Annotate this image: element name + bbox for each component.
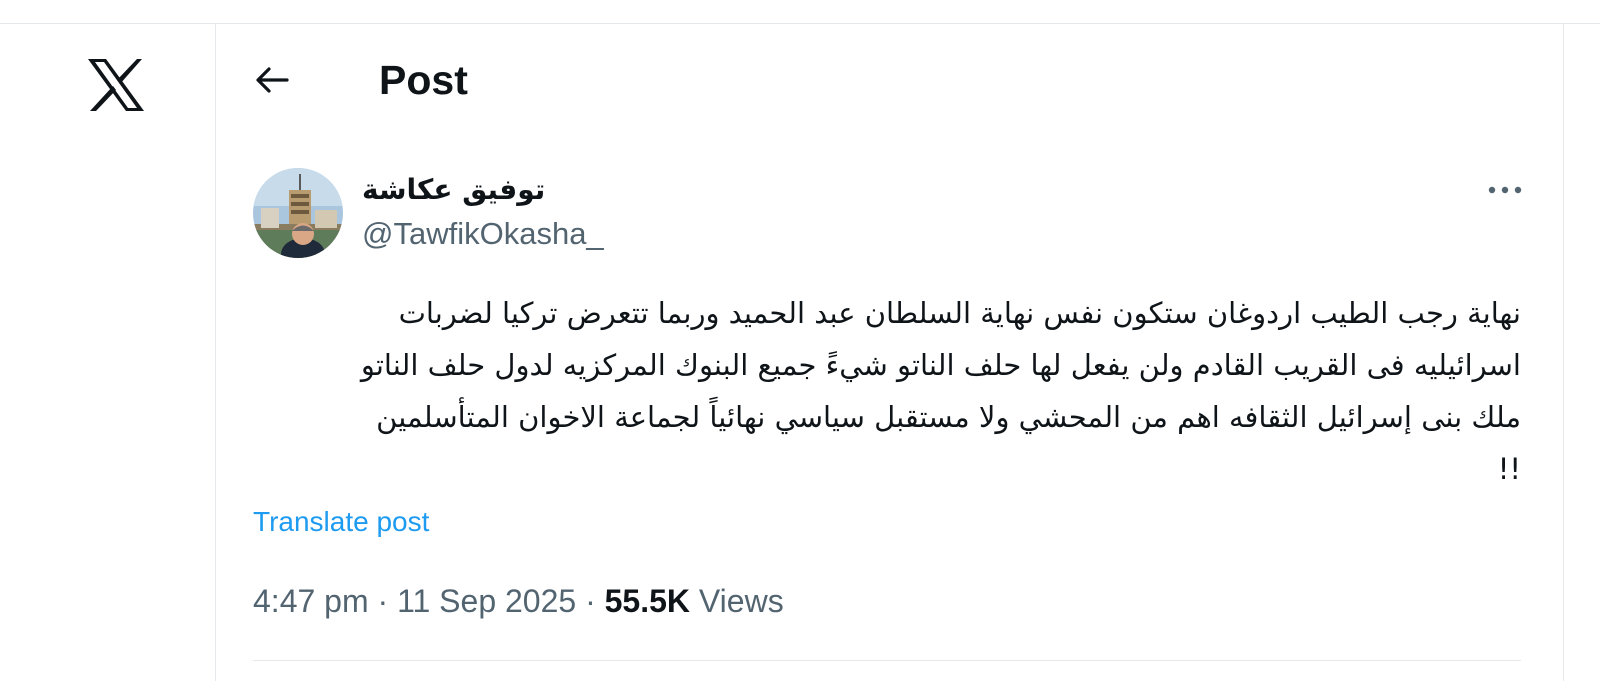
views-label: Views [698,583,784,619]
left-navigation-rail [0,24,215,681]
post-text-line: نهاية رجب الطيب اردوغان ستكون نفس نهاية … [398,296,1521,330]
x-logo-icon[interactable] [86,57,146,113]
author-display-name[interactable]: توفيق عكاشة [362,170,545,210]
more-dots-icon [1488,186,1522,194]
back-button[interactable] [250,58,294,102]
translate-post-link[interactable]: Translate post [253,502,429,542]
post-detail-column: Post توفيق عكاشة @TawfikOkasha_ نهاية رج… [216,24,1563,681]
post-text-line: !! [1497,452,1521,486]
more-options-button[interactable] [1483,174,1527,206]
avatar[interactable] [253,168,343,258]
post-date[interactable]: 11 Sep 2025 [397,583,576,619]
post-text-line: ملك بنى إسرائيل الثقافه اهم من المحشي ول… [376,400,1521,434]
author-handle[interactable]: @TawfikOkasha_ [362,214,604,254]
post-time[interactable]: 4:47 pm [253,583,369,619]
meta-separator: · [585,583,596,619]
post-text: نهاية رجب الطيب اردوغان ستكون نفس نهاية … [253,287,1521,495]
post-metadata: 4:47 pm · 11 Sep 2025 · 55.5K Views [253,579,784,623]
views-count: 55.5K [604,583,691,619]
back-arrow-icon [256,67,289,93]
meta-separator: · [377,583,389,619]
post-divider [253,660,1521,661]
page-title: Post [379,57,468,103]
column-divider [1563,24,1564,681]
post-text-line: اسرائيليه فى القريب القادم ولن يفعل لها … [360,348,1521,382]
